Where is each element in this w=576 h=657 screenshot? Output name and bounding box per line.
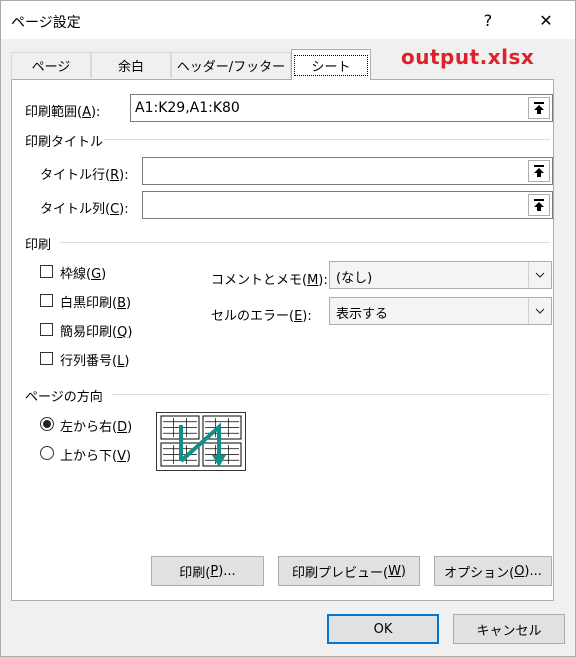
title-cols-collapse-button[interactable] [528, 194, 550, 216]
over-then-down-radio[interactable] [40, 417, 54, 431]
title-cols-input[interactable] [147, 195, 516, 215]
page-order-preview [156, 412, 246, 471]
over-then-down-label[interactable]: 左から右(D) [60, 416, 132, 435]
title-bar: ページ設定 ? ✕ [1, 1, 575, 39]
comments-label: コメントとメモ(M): [211, 273, 328, 288]
title-cols-label: タイトル列(C): [40, 202, 129, 217]
help-button[interactable]: ? [475, 7, 501, 33]
comments-select[interactable]: (なし) [329, 261, 552, 289]
filename-annotation: output.xlsx [401, 45, 535, 69]
page-order-preview-graphic [160, 415, 242, 467]
print-titles-group-label: 印刷タイトル [25, 135, 104, 150]
tab-sheet-label: シート [294, 54, 368, 76]
collapse-dialog-icon [534, 165, 544, 177]
print-button[interactable]: 印刷(P)... [151, 556, 264, 586]
chevron-down-icon [528, 298, 551, 324]
ok-button[interactable]: OK [327, 614, 439, 644]
print-area-input[interactable] [135, 98, 516, 118]
black-white-label[interactable]: 白黒印刷(B) [60, 292, 131, 311]
print-area-field[interactable] [130, 94, 553, 122]
row-col-headings-label[interactable]: 行列番号(L) [60, 350, 129, 369]
tab-header-footer-label: ヘッダー/フッター [176, 60, 286, 75]
tab-header-footer[interactable]: ヘッダー/フッター [171, 52, 291, 78]
draft-quality-checkbox[interactable] [40, 323, 53, 336]
title-rows-collapse-button[interactable] [528, 160, 550, 182]
close-icon: ✕ [539, 10, 553, 30]
row-col-headings-checkbox[interactable] [40, 352, 53, 365]
print-titles-divider [104, 139, 550, 140]
page-order-group-label: ページの方向 [25, 390, 103, 405]
help-icon: ? [483, 10, 493, 30]
tab-page-label: ページ [31, 60, 71, 75]
page-order-divider [112, 394, 550, 395]
cell-errors-select-value: 表示する [336, 307, 389, 322]
sheet-panel: 印刷範囲(A): 印刷タイトル タイトル行(R): タイトル列(C): 印刷 [11, 79, 554, 601]
options-button[interactable]: オプション(O)... [434, 556, 552, 586]
print-preview-button[interactable]: 印刷プレビュー(W) [278, 556, 420, 586]
close-button[interactable]: ✕ [533, 7, 559, 33]
print-group-label: 印刷 [25, 238, 52, 253]
cancel-button[interactable]: キャンセル [453, 614, 565, 644]
title-cols-field[interactable] [142, 191, 553, 219]
black-white-checkbox[interactable] [40, 294, 53, 307]
draft-quality-label[interactable]: 簡易印刷(Q) [60, 321, 132, 340]
down-then-over-label[interactable]: 上から下(V) [60, 445, 131, 464]
chevron-down-icon [528, 262, 551, 288]
title-rows-field[interactable] [142, 157, 553, 185]
gridlines-label[interactable]: 枠線(G) [60, 263, 106, 282]
comments-select-value: (なし) [336, 271, 373, 286]
cell-errors-select[interactable]: 表示する [329, 297, 552, 325]
title-rows-input[interactable] [147, 161, 516, 181]
tab-margins-label: 余白 [117, 60, 144, 75]
gridlines-checkbox[interactable] [40, 265, 53, 278]
page-setup-dialog: ページ設定 ? ✕ output.xlsx ページ 余白 ヘッダー/フッター シ… [0, 0, 576, 657]
print-divider [60, 242, 550, 243]
collapse-dialog-icon [534, 199, 544, 211]
tab-sheet[interactable]: シート [291, 49, 371, 80]
cell-errors-label: セルのエラー(E): [211, 309, 312, 324]
dialog-title: ページ設定 [11, 15, 81, 31]
collapse-dialog-icon [534, 102, 544, 114]
print-area-collapse-button[interactable] [528, 97, 550, 119]
print-area-label: 印刷範囲(A): [25, 105, 101, 120]
down-then-over-radio[interactable] [40, 446, 54, 460]
tab-page[interactable]: ページ [11, 52, 91, 78]
tab-margins[interactable]: 余白 [91, 52, 171, 78]
title-rows-label: タイトル行(R): [40, 168, 129, 183]
